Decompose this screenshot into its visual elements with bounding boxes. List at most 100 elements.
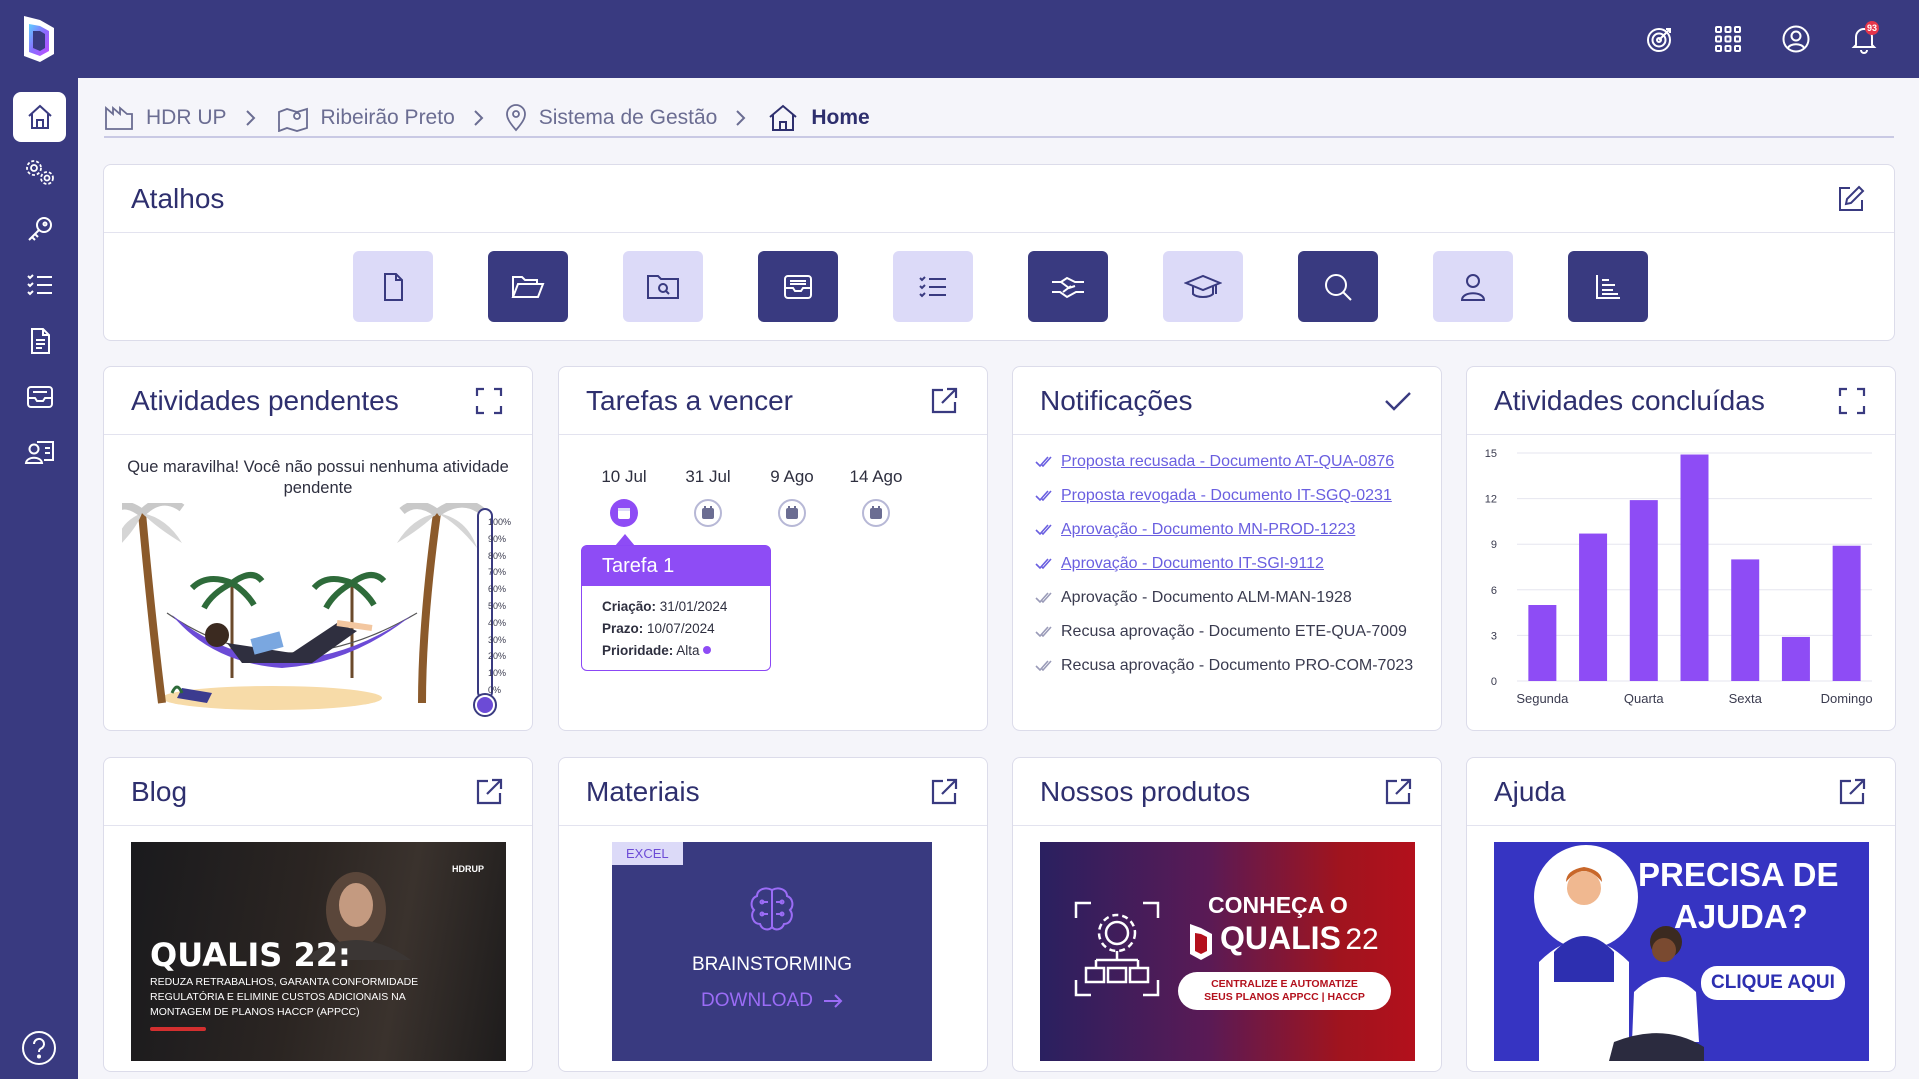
chart-bar[interactable] [1680, 454, 1709, 681]
breadcrumb-label: Sistema de Gestão [538, 106, 718, 129]
task-date: 31 Jul [685, 467, 731, 486]
sidebar-item-access[interactable] [13, 204, 66, 254]
blog-underline [150, 1027, 206, 1031]
chart-bar[interactable] [1579, 533, 1608, 681]
shortcuts-card: Atalhos [103, 164, 1895, 341]
chart-bar[interactable] [1781, 636, 1810, 681]
material-banner[interactable]: EXCEL BRAINSTORMING DOWNLOAD [612, 842, 932, 1061]
calendar-icon [786, 506, 798, 519]
notification-item[interactable]: Aprovação - Documento ALM-MAN-1928 [1035, 589, 1352, 607]
download-label: DOWNLOAD [701, 990, 813, 1011]
download-link[interactable]: DOWNLOAD [612, 990, 932, 1012]
checklist-icon [26, 274, 52, 296]
shortcut-inbox[interactable] [758, 251, 838, 322]
blog-banner[interactable]: HDRUP QUALIS 22: REDUZA RETRABALHOS, GAR… [131, 842, 506, 1061]
file-icon [384, 272, 403, 301]
help-icon [22, 1031, 56, 1065]
external-link-icon[interactable] [1835, 775, 1869, 809]
sidebar-item-tasks[interactable] [13, 260, 66, 310]
task-priority-label: Prioridade: [602, 643, 674, 658]
external-link-icon[interactable] [1381, 775, 1415, 809]
notification-text[interactable]: Proposta recusada - Documento AT-QUA-087… [1061, 453, 1394, 471]
product-tagline: CENTRALIZE E AUTOMATIZE SEUS PLANOS APPC… [1178, 972, 1391, 1010]
thermometer-scale-label: 30% [488, 634, 507, 645]
shortcut-partners[interactable] [1028, 251, 1108, 322]
notification-item[interactable]: Recusa aprovação - Documento ETE-QUA-700… [1035, 623, 1407, 641]
thermometer-scale: 100% 90% 80% 70% 60% 50% 40% 30% 20% 10% 0% [488, 514, 528, 699]
shortcut-folder-search[interactable] [623, 251, 703, 322]
sidebar-item-users[interactable] [13, 428, 66, 478]
shortcut-reports[interactable] [1568, 251, 1648, 322]
home-icon [769, 104, 797, 131]
app-logo[interactable] [18, 12, 60, 64]
bell-icon[interactable]: 93 [1845, 20, 1883, 58]
external-link-icon[interactable] [927, 384, 961, 418]
sidebar-item-documents[interactable] [13, 316, 66, 366]
double-check-icon [1035, 592, 1052, 604]
breadcrumb-item-unit[interactable]: Ribeirão Preto [277, 104, 455, 132]
sidebar-item-home[interactable] [13, 92, 66, 142]
notification-item[interactable]: Proposta recusada - Documento AT-QUA-087… [1035, 453, 1394, 471]
external-link-icon[interactable] [472, 775, 506, 809]
chart-bar[interactable] [1832, 545, 1861, 681]
sidebar-item-inbox[interactable] [13, 372, 66, 422]
sidebar [0, 78, 78, 1079]
vacation-illustration [122, 503, 485, 710]
external-link-icon[interactable] [927, 775, 961, 809]
thermometer-scale-label: 90% [488, 533, 507, 544]
task-date-marker-active[interactable] [610, 499, 638, 527]
breadcrumb-item-system[interactable]: Sistema de Gestão [505, 104, 718, 132]
chart-bar[interactable] [1528, 605, 1557, 681]
notification-text[interactable]: Aprovação - Documento IT-SGI-9112 [1061, 555, 1324, 573]
checklist-icon [919, 275, 946, 297]
blog-body: REDUZA RETRABALHOS, GARANTA CONFORMIDADE… [150, 976, 419, 1018]
material-name: BRAINSTORMING [691, 954, 853, 975]
calendar-icon [702, 506, 714, 519]
notification-item[interactable]: Recusa aprovação - Documento PRO-COM-702… [1035, 657, 1413, 675]
notification-item[interactable]: Proposta revogada - Documento IT-SGQ-023… [1035, 487, 1392, 505]
shortcut-folders[interactable] [488, 251, 568, 322]
edit-icon[interactable] [1834, 182, 1868, 216]
shortcut-training[interactable] [1163, 251, 1243, 322]
help-banner[interactable]: PRECISA DE AJUDA? CLIQUE AQUI [1494, 842, 1869, 1061]
notification-item[interactable]: Aprovação - Documento IT-SGI-9112 [1035, 555, 1324, 573]
settings-icon [25, 160, 54, 185]
blog-brand: HDRUP [451, 864, 484, 874]
task-date-marker[interactable] [694, 499, 722, 527]
apps-grid-icon[interactable] [1709, 20, 1747, 58]
completed-activities-card: Atividades concluídas 0 3 6 9 12 15 Segunda Qua… [1466, 366, 1896, 731]
help-line2: AJUDA? [1674, 898, 1808, 935]
chart-bar[interactable] [1731, 559, 1760, 681]
shortcut-documents[interactable] [353, 251, 433, 322]
expand-icon[interactable] [1835, 384, 1869, 418]
task-date-marker[interactable] [862, 499, 890, 527]
notification-text[interactable]: Aprovação - Documento MN-PROD-1223 [1061, 521, 1355, 539]
task-date: 10 Jul [601, 467, 647, 486]
shortcut-users[interactable] [1433, 251, 1513, 322]
notification-text[interactable]: Proposta revogada - Documento IT-SGQ-023… [1061, 487, 1392, 505]
expand-icon[interactable] [472, 384, 506, 418]
task-popup[interactable]: Tarefa 1 Criação: 31/01/2024 Prazo: 10/0… [581, 545, 771, 671]
shortcut-search[interactable] [1298, 251, 1378, 322]
sidebar-item-settings[interactable] [13, 148, 66, 198]
task-date-marker[interactable] [778, 499, 806, 527]
thermometer-scale-label: 60% [488, 584, 507, 595]
help-card: Ajuda PRECISA DE AJUDA? CLIQUE AQUI [1466, 757, 1896, 1072]
help-cta[interactable]: CLIQUE AQUI [1701, 966, 1845, 1000]
task-popup-title: Tarefa 1 [582, 546, 770, 586]
card-title: Materiais [586, 775, 700, 807]
double-check-icon [1035, 456, 1052, 468]
notification-item[interactable]: Aprovação - Documento MN-PROD-1223 [1035, 521, 1355, 539]
user-card-icon [24, 441, 54, 464]
chart-bar[interactable] [1629, 500, 1658, 681]
help-button[interactable] [18, 1027, 60, 1069]
chevron-right-icon [473, 109, 485, 127]
breadcrumb-item-home[interactable]: Home [767, 104, 870, 132]
user-circle-icon[interactable] [1777, 20, 1815, 58]
product-banner[interactable]: CONHEÇA O QUALIS 22 CENTRALIZE E AUTOMAT… [1040, 842, 1415, 1061]
breadcrumb-item-company[interactable]: HDR UP [104, 105, 227, 131]
folder-open-icon [511, 275, 545, 298]
check-all-icon[interactable] [1381, 384, 1415, 418]
shortcut-checklist[interactable] [893, 251, 973, 322]
target-icon[interactable] [1641, 20, 1679, 58]
